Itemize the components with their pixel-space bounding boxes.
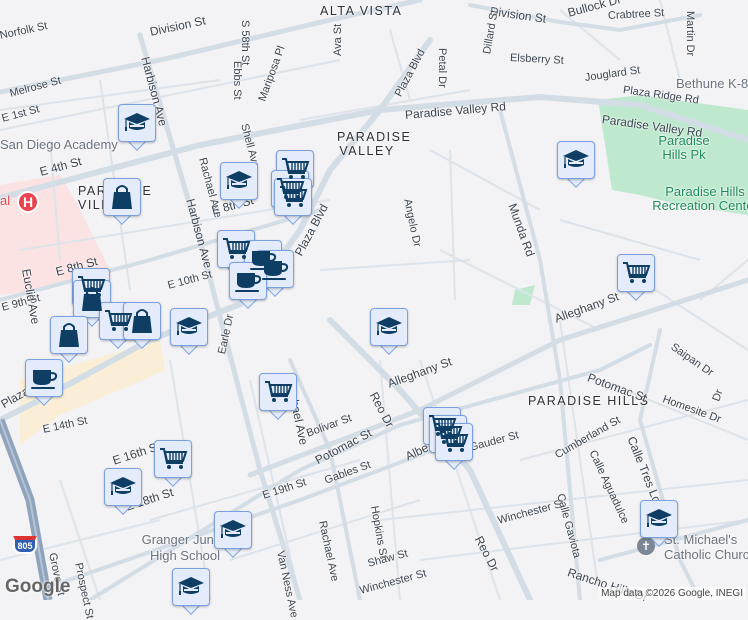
school-marker[interactable]	[557, 141, 595, 188]
cup-marker[interactable]	[25, 359, 63, 406]
street-label: Ebbs St	[231, 61, 243, 100]
school-marker[interactable]	[220, 162, 258, 209]
bag-icon	[127, 306, 157, 336]
school-icon	[218, 515, 248, 545]
marker-box	[220, 162, 258, 200]
street-label: S 58th St	[239, 20, 251, 66]
marker-box	[170, 308, 208, 346]
area-label: ALTA VISTA	[320, 4, 403, 18]
school-icon	[122, 108, 152, 138]
marker-box	[229, 262, 267, 300]
cart-icon	[158, 444, 188, 474]
cart-icon	[278, 182, 308, 212]
map-attribution[interactable]: Map data ©2026 Google, INEGI	[598, 587, 746, 600]
school-icon	[224, 166, 254, 196]
cup-icon	[29, 363, 59, 393]
school-icon	[374, 312, 404, 342]
school-marker[interactable]	[170, 308, 208, 355]
school-marker[interactable]	[214, 511, 252, 558]
school-icon	[644, 504, 674, 534]
bag-icon	[54, 320, 84, 350]
street-label: Petal Dr	[436, 48, 448, 88]
marker-box	[118, 104, 156, 142]
bag-icon	[107, 182, 137, 212]
marker-box	[172, 568, 210, 606]
marker-box	[640, 500, 678, 538]
highway-i805	[0, 418, 53, 600]
bag-marker[interactable]	[103, 178, 141, 225]
poi-label-paradise-hills-park[interactable]: Paradise Hills Pk	[654, 134, 714, 162]
hospital-icon[interactable]: H	[17, 191, 39, 213]
school-marker[interactable]	[104, 468, 142, 515]
bag-marker[interactable]	[123, 302, 161, 349]
school-marker[interactable]	[118, 104, 156, 151]
cart-marker[interactable]	[274, 178, 312, 225]
poi-label-recreation-center[interactable]: Paradise Hills Recreation Center	[650, 185, 748, 213]
poi-label-hospital[interactable]: al	[0, 193, 10, 208]
marker-box	[617, 254, 655, 292]
cart-marker[interactable]	[259, 373, 297, 420]
marker-box	[25, 359, 63, 397]
cart-icon	[263, 377, 293, 407]
cart-icon	[439, 427, 469, 457]
marker-box	[435, 423, 473, 461]
marker-box	[123, 302, 161, 340]
poi-label-san-diego-academy[interactable]: San Diego Academy	[0, 137, 118, 152]
marker-box	[104, 468, 142, 506]
cart-marker[interactable]	[435, 423, 473, 470]
marker-box	[259, 373, 297, 411]
highway-shield-i805: 805	[13, 536, 37, 554]
street-label: Ava St	[332, 23, 344, 56]
school-marker[interactable]	[172, 568, 210, 615]
marker-box	[370, 308, 408, 346]
marker-box	[274, 178, 312, 216]
school-marker[interactable]	[640, 500, 678, 547]
marker-box	[214, 511, 252, 549]
street-label: Martin Dr	[684, 11, 696, 57]
bag-marker[interactable]	[50, 316, 88, 363]
marker-box	[103, 178, 141, 216]
school-icon	[176, 572, 206, 602]
cart-marker[interactable]	[154, 440, 192, 487]
school-icon	[108, 472, 138, 502]
cart-marker[interactable]	[617, 254, 655, 301]
marker-box	[557, 141, 595, 179]
marker-box	[50, 316, 88, 354]
school-icon	[174, 312, 204, 342]
google-logo: Google	[5, 576, 71, 597]
cup-marker[interactable]	[229, 262, 267, 309]
cup-icon	[233, 266, 263, 296]
school-marker[interactable]	[370, 308, 408, 355]
poi-label-bethune[interactable]: Bethune K-8	[676, 76, 748, 91]
cart-icon	[221, 234, 251, 264]
cart-icon	[621, 258, 651, 288]
marker-box	[154, 440, 192, 478]
cup-icon	[260, 254, 290, 284]
area-label: PARADISE VALLEY	[337, 130, 412, 158]
school-icon	[561, 145, 591, 175]
